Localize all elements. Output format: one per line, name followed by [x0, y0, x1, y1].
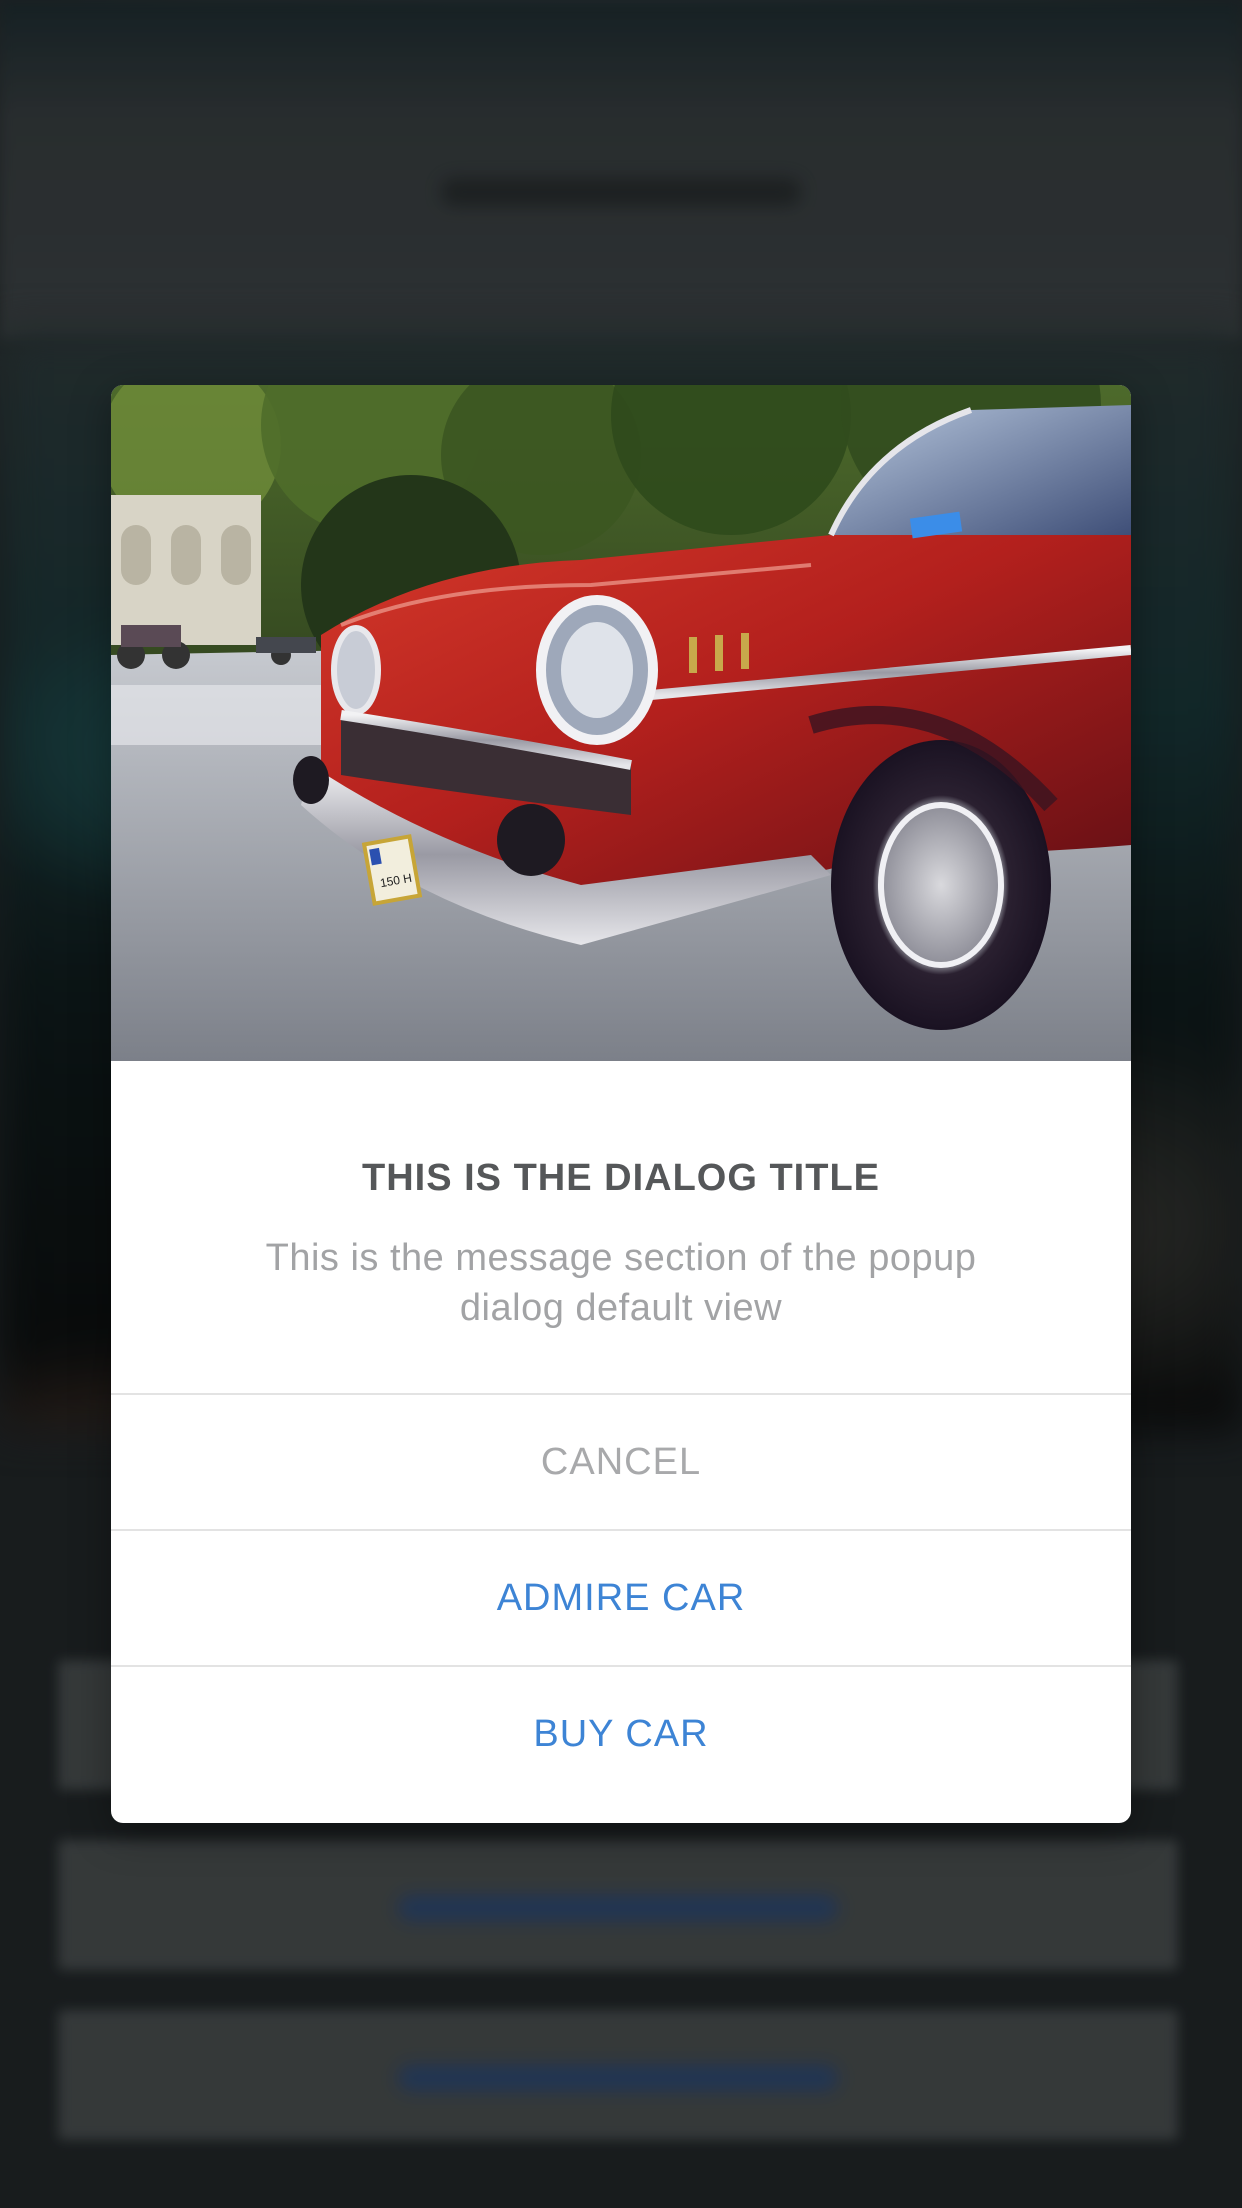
cancel-button[interactable]: CANCEL	[111, 1393, 1131, 1529]
admire-car-button[interactable]: ADMIRE CAR	[111, 1529, 1131, 1665]
dialog-content: THIS IS THE DIALOG TITLE This is the mes…	[111, 1061, 1131, 1393]
dialog-title: THIS IS THE DIALOG TITLE	[362, 1157, 880, 1199]
dialog-hero-image: 150 H	[111, 385, 1131, 1061]
red-classic-car-photo: 150 H	[111, 385, 1131, 1061]
popup-dialog: 150 H THIS IS THE DIALOG TITLE This is t…	[111, 385, 1131, 1823]
dialog-message: This is the message section of the popup…	[265, 1237, 977, 1329]
buy-car-button[interactable]: BUY CAR	[111, 1665, 1131, 1801]
